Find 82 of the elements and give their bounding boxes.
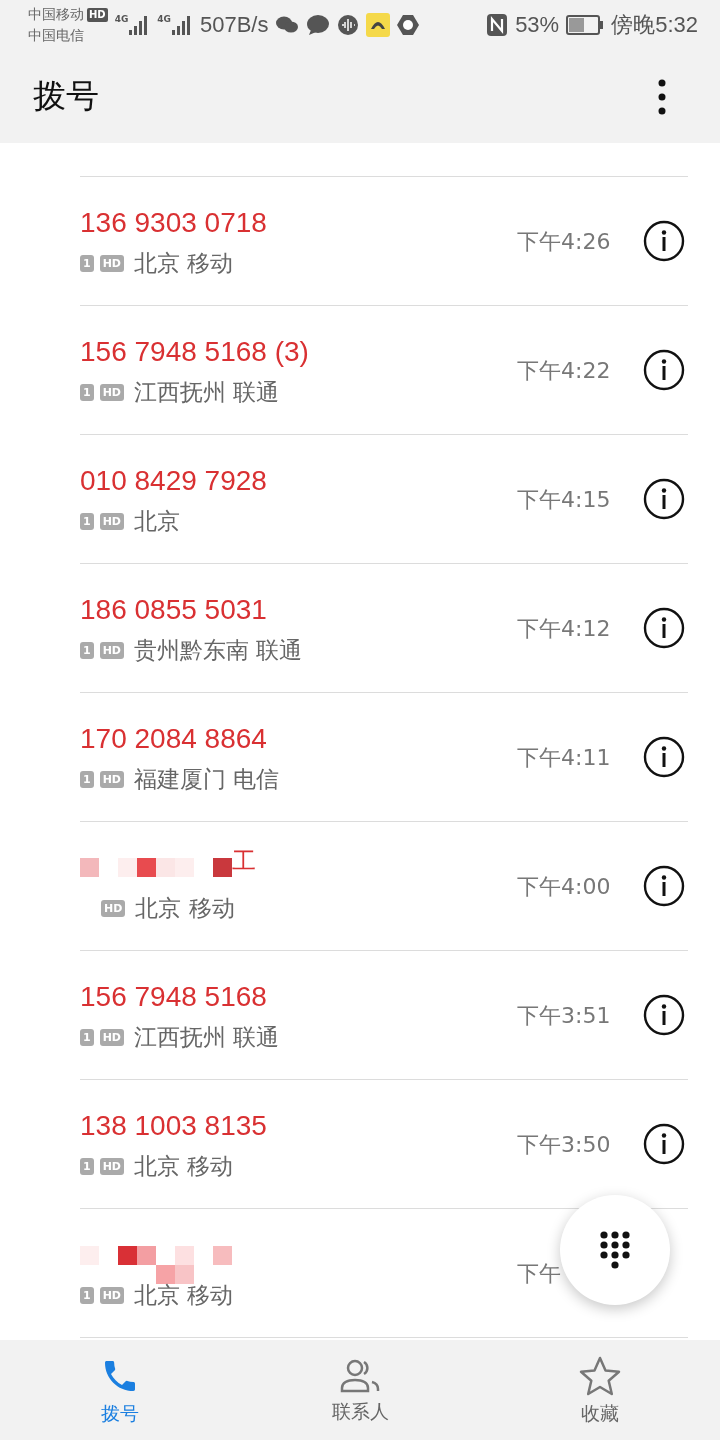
call-time: 下午4:15 (517, 486, 612, 514)
sim-badge: 1 (80, 770, 94, 788)
audio-icon (337, 14, 360, 36)
hd-badge: HD (99, 512, 124, 530)
call-location: 北京 移动 (135, 893, 235, 923)
hd-badge: HD (99, 770, 124, 788)
info-icon[interactable] (643, 994, 685, 1036)
sim-badge: 1 (80, 512, 94, 530)
battery-icon (566, 15, 605, 35)
hd-badge: HD (101, 899, 126, 917)
call-log-item[interactable]: 186 0855 5031 1 HD 贵州黔东南 联通 下午4:12 (80, 564, 688, 693)
info-icon[interactable] (643, 220, 685, 262)
name-fragment: 工 (232, 845, 256, 877)
nav-tab[interactable]: 联系人 (300, 1340, 420, 1440)
phone-number: 170 2084 8864 (80, 721, 268, 756)
sim-badge: 1 (80, 1157, 94, 1175)
app-icon (366, 13, 391, 37)
call-time: 下午4:26 (517, 228, 612, 256)
call-location: 北京 移动 (134, 1280, 234, 1310)
call-log-item[interactable]: 工 HD 北京 移动 下午4:00 (80, 822, 688, 951)
chat-icon (275, 15, 300, 35)
call-location: 福建厦门 电信 (134, 764, 280, 794)
call-time: 下午4:00 (517, 873, 612, 901)
screen-title: 拨号 (33, 75, 99, 117)
sim-badge: 1 (80, 641, 94, 659)
hd-badge: HD (87, 7, 108, 22)
info-icon[interactable] (643, 865, 685, 907)
sim-badge: 1 (80, 383, 94, 401)
hd-badge: HD (99, 641, 124, 659)
nfc-icon (486, 13, 509, 37)
info-icon[interactable] (643, 607, 685, 649)
call-log-item[interactable]: 010 8429 7928 1 HD 北京 下午4:15 (80, 435, 688, 564)
call-location: 北京 移动 (134, 1151, 234, 1181)
info-icon[interactable] (643, 349, 685, 391)
dialpad-button[interactable] (560, 1195, 670, 1305)
call-time: 下午4:12 (517, 615, 612, 643)
contacts-icon (339, 1358, 381, 1394)
call-location: 北京 (134, 506, 180, 536)
call-time: 下午3:51 (517, 1002, 612, 1030)
call-location: 北京 移动 (134, 248, 234, 278)
sim-badge: 1 (80, 254, 94, 272)
clock: 傍晚5:32 (611, 11, 698, 39)
message-icon (306, 14, 331, 36)
hd-badge: HD (99, 1028, 124, 1046)
info-icon[interactable] (643, 1123, 685, 1165)
call-location: 贵州黔东南 联通 (134, 635, 303, 665)
call-time: 下午 (517, 1260, 562, 1288)
carrier-name: 中国移动 (28, 5, 84, 24)
call-log-item[interactable]: 136 9303 0718 1 HD 北京 移动 下午4:26 (80, 177, 688, 306)
carrier-name: 中国电信 (28, 26, 85, 45)
network-type: 4G (114, 14, 129, 24)
battery-percent: 53% (515, 12, 560, 38)
network-type: 4G (157, 14, 171, 24)
hd-badge: HD (99, 1286, 124, 1304)
star-icon (579, 1356, 621, 1396)
call-log-item[interactable]: 156 7948 5168 1 HD 江西抚州 联通 下午3:51 (80, 951, 688, 1080)
more-icon[interactable] (658, 78, 666, 115)
call-log-item[interactable]: 170 2084 8864 1 HD 福建厦门 电信 下午4:11 (80, 693, 688, 822)
call-location: 江西抚州 联通 (134, 1022, 280, 1052)
nav-tab[interactable]: 拨号 (60, 1340, 180, 1440)
call-location: 江西抚州 联通 (134, 377, 280, 407)
hd-badge: HD (99, 254, 124, 272)
nav-tab[interactable]: 收藏 (540, 1340, 660, 1440)
phone-number: 186 0855 5031 (80, 592, 268, 627)
call-time: 下午4:22 (517, 357, 612, 385)
dialpad-icon (599, 1230, 631, 1270)
hd-badge: HD (99, 1157, 124, 1175)
call-log-item[interactable]: 156 7948 5168 (3) 1 HD 江西抚州 联通 下午4:22 (80, 306, 688, 435)
info-icon[interactable] (643, 478, 685, 520)
hd-badge: HD (99, 383, 124, 401)
call-time: 下午4:11 (517, 744, 612, 772)
phone-number: 156 7948 5168 (80, 979, 268, 1014)
network-speed: 507B/s (200, 12, 269, 38)
sim-badge: 1 (80, 1286, 94, 1304)
signal-icon (171, 14, 193, 36)
phone-number: 156 7948 5168 (3) (80, 334, 310, 369)
sim-badge: 1 (80, 1028, 94, 1046)
phone-number: 136 9303 0718 (80, 205, 268, 240)
info-icon[interactable] (643, 736, 685, 778)
phone-number: 138 1003 8135 (80, 1108, 268, 1143)
call-time: 下午3:50 (517, 1131, 612, 1159)
phone-number: 010 8429 7928 (80, 463, 268, 498)
